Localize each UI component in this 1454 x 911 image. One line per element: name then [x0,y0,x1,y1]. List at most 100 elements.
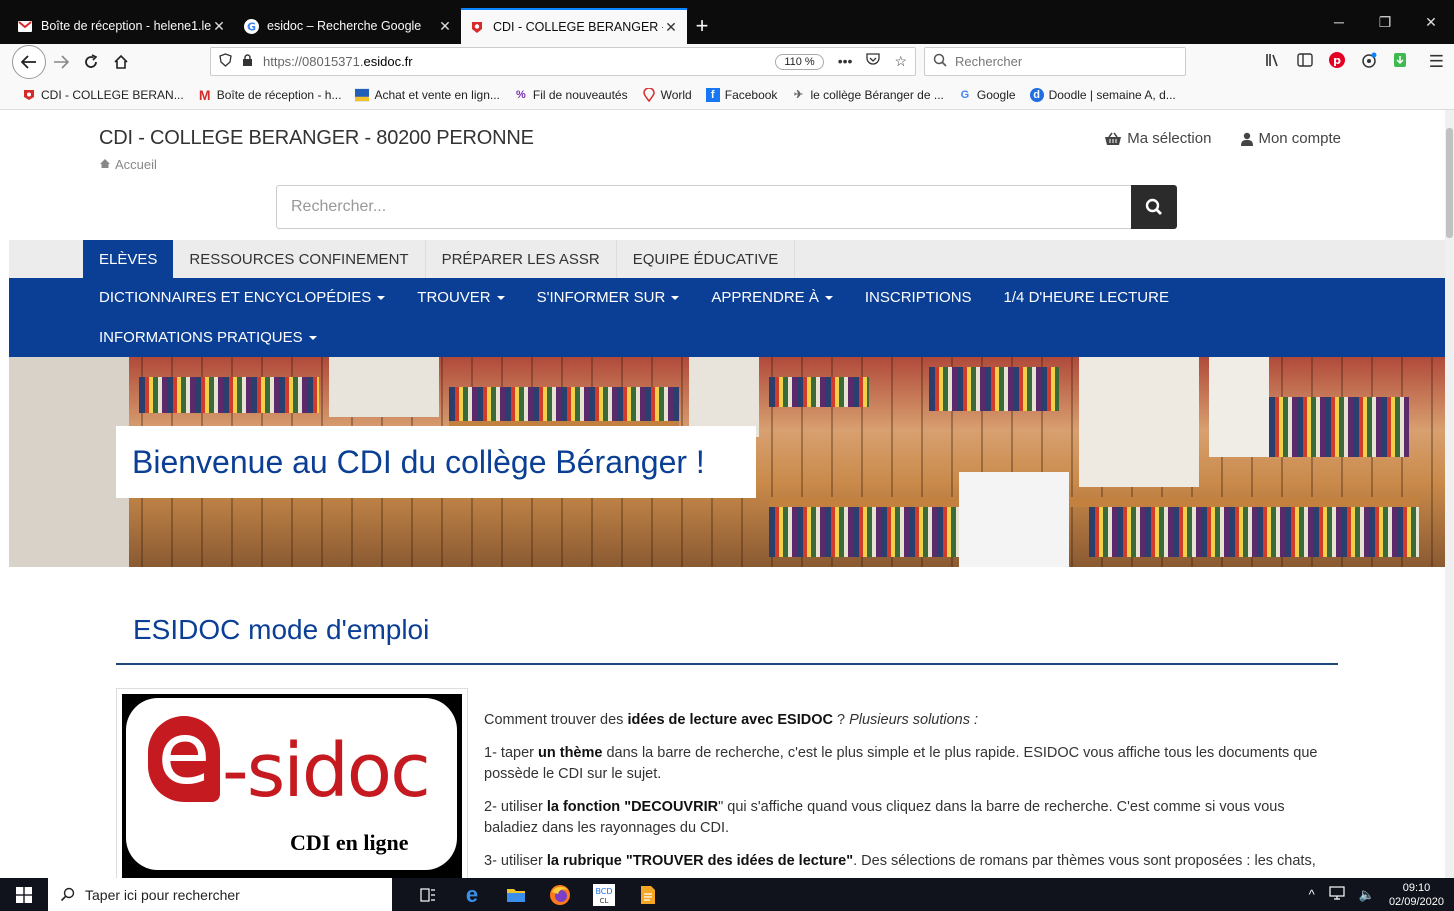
bookmark-label: le collège Béranger de ... [810,87,944,102]
clock-date: 02/09/2020 [1388,895,1444,908]
bookmark-label: World [660,87,692,102]
logo-subtitle: CDI en ligne [290,830,409,855]
arrow-right-icon [54,55,69,69]
site-title[interactable]: CDI - COLLEGE BERANGER - 80200 PERONNE [99,127,534,150]
extension-icon[interactable] [1361,52,1377,72]
clock[interactable]: 09:10 02/09/2020 [1389,881,1444,909]
search-icon [60,887,75,902]
minimize-icon[interactable]: ─ [1316,0,1362,44]
browser-navbar: https://08015371.esidoc.fr 110 % ••• ☆ R… [0,44,1454,80]
bookmark-college[interactable]: ✈ le collège Béranger de ... [791,87,944,102]
close-icon[interactable]: ✕ [437,18,453,35]
new-tab-button[interactable]: + [687,8,717,44]
library-icon[interactable] [1265,53,1281,71]
menu-item-eleves[interactable]: ELÈVES [83,240,174,278]
bookmark-shop[interactable]: Achat et vente en lign... [355,88,500,102]
pinterest-icon[interactable]: p [1328,52,1345,72]
close-window-icon[interactable]: ✕ [1408,0,1454,44]
bookmark-google[interactable]: G Google [958,88,1016,102]
bookmark-label: Boîte de réception - h... [216,87,342,102]
menu-item-dictionnaires[interactable]: DICTIONNAIRES ET ENCYCLOPÉDIES [83,278,401,317]
restore-icon[interactable]: ❐ [1362,0,1408,44]
menu-icon[interactable]: ☰ [1429,52,1444,72]
home-button[interactable] [106,47,136,77]
my-selection-link[interactable]: Ma sélection [1104,130,1211,147]
logo-background: e -sidoc CDI en ligne [122,694,462,878]
site-search-button[interactable] [1131,185,1177,229]
gmail-icon [17,18,33,34]
document-icon[interactable] [636,883,660,907]
browser-search-input[interactable]: Rechercher [924,47,1186,76]
bookmark-label: CDI - COLLEGE BERAN... [41,87,184,102]
text-run: 2- utiliser [484,799,547,815]
bookmark-gmail[interactable]: M Boîte de réception - h... [198,87,342,103]
home-icon [99,157,111,172]
user-icon [1241,132,1254,146]
menu-item-ressources-confinement[interactable]: RESSOURCES CONFINEMENT [173,240,426,278]
breadcrumb-home[interactable]: Accueil [115,157,157,172]
close-icon[interactable]: ✕ [663,19,679,36]
close-icon[interactable]: ✕ [211,18,227,35]
bookmark-facebook[interactable]: f Facebook [705,87,778,102]
back-button[interactable] [12,45,46,79]
menu-item-sinformer[interactable]: S'INFORMER SUR [521,278,696,317]
pocket-icon[interactable] [866,53,881,70]
menu-item-preparer-assr[interactable]: PRÉPARER LES ASSR [426,240,617,278]
zoom-badge[interactable]: 110 % [775,53,824,70]
secondary-menu: DICTIONNAIRES ET ENCYCLOPÉDIES TROUVER S… [9,278,1445,357]
map-pin-icon [642,87,656,102]
bookmark-cdi[interactable]: CDI - COLLEGE BERAN... [22,88,184,102]
task-view-icon[interactable] [416,883,440,907]
lock-icon[interactable] [242,53,253,70]
volume-icon[interactable]: 🔈 [1359,887,1375,903]
network-icon[interactable] [1329,886,1345,903]
chevron-up-icon[interactable]: ^ [1309,887,1315,902]
windows-logo-icon [16,886,32,903]
download-extension-icon[interactable] [1393,52,1407,72]
url-text[interactable]: https://08015371.esidoc.fr [263,54,775,69]
menu-item-apprendre[interactable]: APPRENDRE À [695,278,849,317]
edge-icon[interactable]: e [460,882,484,907]
start-button[interactable] [0,878,48,911]
sidebar-icon[interactable] [1297,53,1313,71]
taskbar-search-input[interactable]: Taper ici pour rechercher [48,878,392,911]
site-search-input[interactable]: Rechercher... [276,185,1132,229]
tab-google[interactable]: G esidoc – Recherche Google ✕ [235,8,461,44]
more-actions-icon[interactable]: ••• [838,53,853,70]
esidoc-icon [469,19,485,35]
menu-item-quart-heure-lecture[interactable]: 1/4 D'HEURE LECTURE [988,278,1185,317]
esidoc-icon [22,88,36,102]
menu-item-trouver[interactable]: TROUVER [401,278,520,317]
page-scrollbar[interactable] [1445,110,1454,878]
my-account-link[interactable]: Mon compte [1241,130,1341,147]
firefox-icon[interactable] [548,883,572,907]
url-bar[interactable]: https://08015371.esidoc.fr 110 % ••• ☆ [210,47,916,76]
shield-icon[interactable] [219,53,232,70]
article-intro: Comment trouver des idées de lecture ave… [484,710,1334,731]
forward-button[interactable] [46,47,76,77]
text-run: dans la barre de recherche, c'est le plu… [484,745,1318,782]
section-divider [116,663,1338,665]
scrollbar-thumb[interactable] [1446,128,1453,238]
reload-button[interactable] [76,47,106,77]
tab-gmail[interactable]: Boîte de réception - helene1.le ✕ [9,8,235,44]
bcdi-icon[interactable]: BCD CL [592,883,616,907]
google-icon: G [960,88,970,101]
esidoc-logo-image[interactable]: e -sidoc CDI en ligne [116,688,468,878]
bookmark-label: Facebook [724,87,778,102]
search-icon [1145,198,1162,215]
svg-text:G: G [246,20,255,33]
bookmark-doodle[interactable]: d Doodle | semaine A, d... [1029,87,1176,102]
basket-icon [1105,132,1122,145]
menu-item-inscriptions[interactable]: INSCRIPTIONS [849,278,988,317]
bookmark-world[interactable]: World [642,87,692,102]
bookmark-star-icon[interactable]: ☆ [894,53,907,70]
svg-text:p: p [1333,54,1341,67]
welcome-heading: Bienvenue au CDI du collège Béranger ! [132,443,705,480]
bookmark-news[interactable]: % Fil de nouveautés [514,88,628,102]
file-explorer-icon[interactable] [504,883,528,907]
facebook-icon: f [705,87,720,102]
menu-item-informations-pratiques[interactable]: INFORMATIONS PRATIQUES [83,318,333,357]
menu-item-equipe-educative[interactable]: EQUIPE ÉDUCATIVE [617,240,796,278]
tab-esidoc[interactable]: CDI - COLLEGE BERANGER - 80 ✕ [461,8,687,44]
